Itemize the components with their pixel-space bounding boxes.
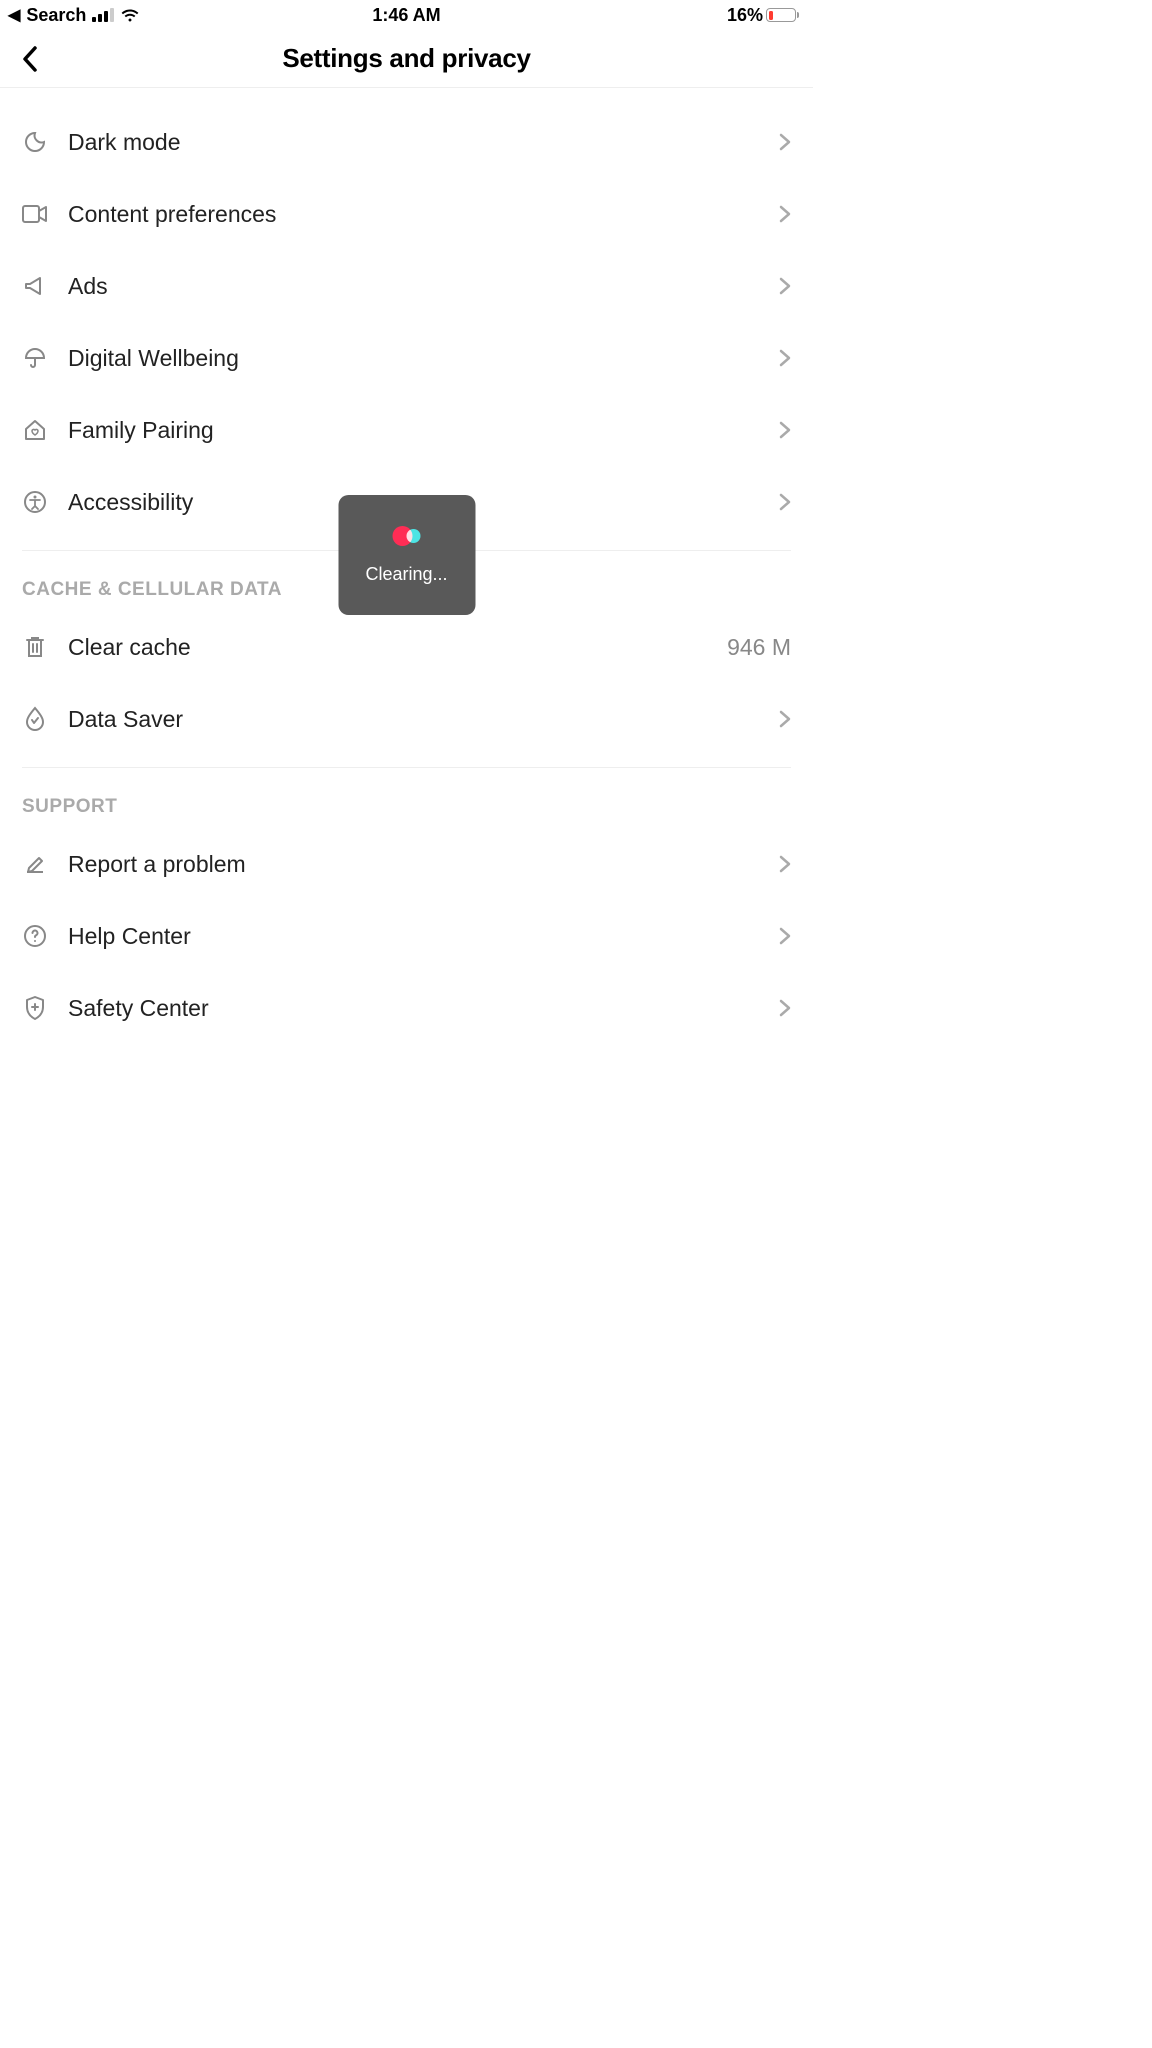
settings-item-dark-mode[interactable]: Dark mode [22,106,791,178]
settings-item-label: Content preferences [68,201,759,228]
settings-item-label: Safety Center [68,995,759,1022]
back-button[interactable] [20,45,40,73]
settings-item-label: Ads [68,273,759,300]
moon-icon [22,129,48,155]
settings-item-label: Family Pairing [68,417,759,444]
page-header: Settings and privacy [0,30,813,88]
settings-item-ads[interactable]: Ads [22,250,791,322]
wifi-icon [120,8,140,22]
chevron-right-icon [779,421,791,439]
chevron-right-icon [779,349,791,367]
home-heart-icon [22,417,48,443]
settings-item-label: Clear cache [68,634,707,661]
settings-item-label: Dark mode [68,129,759,156]
chevron-right-icon [779,855,791,873]
settings-item-label: Report a problem [68,851,759,878]
chevron-left-icon [20,45,40,73]
loading-toast: Clearing... [338,495,475,615]
chevron-right-icon [779,277,791,295]
shield-plus-icon [22,995,48,1021]
status-back-text[interactable]: Search [26,5,86,26]
back-caret-icon[interactable]: ◀ [8,5,20,25]
drop-icon [22,706,48,732]
battery-icon [766,8,799,22]
settings-item-report-problem[interactable]: Report a problem [22,828,791,900]
megaphone-icon [22,273,48,299]
settings-item-safety-center[interactable]: Safety Center [22,972,791,1044]
chevron-right-icon [779,927,791,945]
umbrella-icon [22,345,48,371]
chevron-right-icon [779,133,791,151]
settings-item-label: Digital Wellbeing [68,345,759,372]
question-circle-icon [22,923,48,949]
settings-item-label: Data Saver [68,706,759,733]
pencil-icon [22,851,48,877]
chevron-right-icon [779,205,791,223]
settings-item-family-pairing[interactable]: Family Pairing [22,394,791,466]
video-camera-icon [22,201,48,227]
status-right-group: 16% [727,5,799,26]
cache-size-value: 946 M [727,634,791,661]
status-time: 1:46 AM [372,5,440,26]
settings-item-data-saver[interactable]: Data Saver [22,683,791,755]
chevron-right-icon [779,710,791,728]
settings-item-content-preferences[interactable]: Content preferences [22,178,791,250]
chevron-right-icon [779,493,791,511]
trash-icon [22,634,48,660]
loading-spinner-icon [393,526,421,546]
section-header-support: SUPPORT [22,768,791,828]
loading-text: Clearing... [365,564,447,585]
chevron-right-icon [779,999,791,1017]
page-title: Settings and privacy [282,43,530,74]
cellular-signal-icon [92,8,114,22]
accessibility-icon [22,489,48,515]
settings-item-label: Help Center [68,923,759,950]
status-bar: ◀ Search 1:46 AM 16% [0,0,813,30]
settings-item-help-center[interactable]: Help Center [22,900,791,972]
settings-item-clear-cache[interactable]: Clear cache 946 M [22,611,791,683]
battery-percent: 16% [727,5,763,26]
settings-item-digital-wellbeing[interactable]: Digital Wellbeing [22,322,791,394]
status-left-group: ◀ Search [8,5,140,26]
